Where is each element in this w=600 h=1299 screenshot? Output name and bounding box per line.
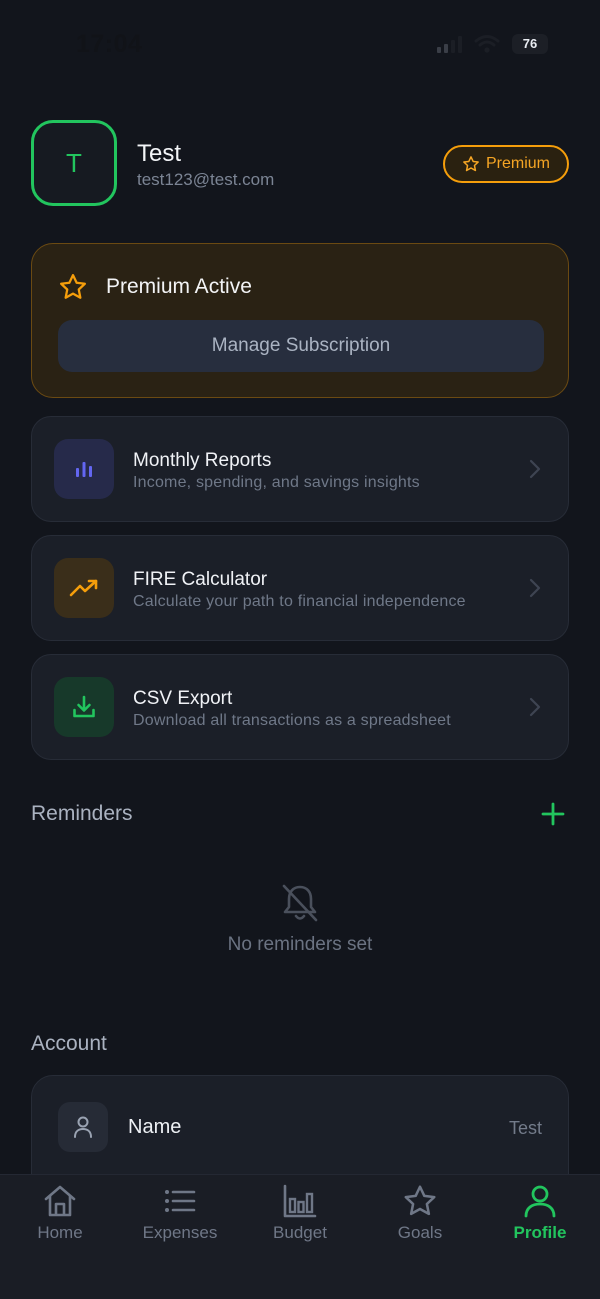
status-icons: 76 [437, 34, 548, 54]
wifi-icon [474, 35, 500, 53]
chevron-right-icon [529, 578, 541, 598]
feature-subtitle: Download all transactions as a spreadshe… [133, 712, 451, 729]
user-icon [74, 1116, 92, 1138]
battery-icon: 76 [512, 34, 548, 54]
premium-title-row: Premium Active [58, 272, 252, 302]
nav-item-home[interactable]: Home [0, 1183, 120, 1253]
account-icon-box [58, 1102, 108, 1152]
monthly-reports-card[interactable]: Monthly Reports Income, spending, and sa… [31, 416, 569, 522]
premium-badge[interactable]: Premium [443, 145, 569, 183]
star-icon [60, 274, 86, 299]
cellular-signal-icon [437, 35, 462, 53]
status-time: 17:04 [76, 30, 143, 58]
home-icon [44, 1185, 76, 1217]
user-icon [524, 1185, 556, 1218]
empty-reminders-text: No reminders set [227, 934, 373, 955]
avatar[interactable]: T [31, 120, 117, 206]
feature-subtitle: Calculate your path to financial indepen… [133, 593, 466, 610]
bar-chart-icon [76, 462, 92, 477]
feature-subtitle: Income, spending, and savings insights [133, 474, 420, 491]
chevron-right-icon [529, 459, 541, 479]
profile-screen: 17:04 76 T Test test123@test.com Premium… [0, 0, 600, 1299]
chevron-right-icon [529, 697, 541, 717]
empty-reminders-state: No reminders set [0, 882, 600, 955]
battery-level: 76 [522, 36, 538, 51]
monthly-reports-icon-box [54, 439, 114, 499]
star-icon [404, 1185, 436, 1216]
account-section-title: Account [31, 1032, 107, 1055]
nav-item-goals[interactable]: Goals [360, 1183, 480, 1253]
nav-label: Profile [513, 1223, 567, 1242]
user-name: Test [137, 140, 182, 167]
nav-label: Home [37, 1223, 83, 1242]
nav-item-profile[interactable]: Profile [480, 1183, 600, 1253]
status-bar: 17:04 76 [0, 0, 600, 90]
nav-label: Goals [397, 1223, 443, 1242]
fire-calculator-card[interactable]: FIRE Calculator Calculate your path to f… [31, 535, 569, 641]
nav-label: Budget [273, 1223, 327, 1242]
feature-title: Monthly Reports [133, 450, 272, 471]
premium-badge-label: Premium [485, 155, 550, 172]
csv-export-icon-box [54, 677, 114, 737]
nav-label: Expenses [142, 1223, 218, 1242]
profile-header: T Test test123@test.com Premium [31, 120, 569, 208]
trending-up-icon [69, 579, 98, 597]
fire-calculator-icon-box [54, 558, 114, 618]
star-icon [463, 156, 479, 172]
nav-item-expenses[interactable]: Expenses [120, 1183, 240, 1253]
add-reminder-icon[interactable] [541, 802, 565, 826]
bar-chart-icon [283, 1184, 317, 1218]
manage-subscription-button[interactable]: Manage Subscription [58, 320, 544, 372]
bell-off-icon [282, 884, 318, 922]
bottom-navigation: Home Expenses Budget Goals Profile [0, 1174, 600, 1299]
nav-item-budget[interactable]: Budget [240, 1183, 360, 1253]
premium-card-title: Premium Active [106, 275, 252, 298]
reminders-section-title: Reminders [31, 802, 133, 825]
account-name-label: Name [128, 1116, 182, 1138]
user-email: test123@test.com [137, 170, 275, 189]
premium-status-card: Premium Active Manage Subscription [31, 243, 569, 398]
list-icon [165, 1190, 196, 1212]
feature-title: CSV Export [133, 688, 233, 709]
account-name-value: Test [508, 1118, 542, 1138]
csv-export-card[interactable]: CSV Export Download all transactions as … [31, 654, 569, 760]
feature-title: FIRE Calculator [133, 569, 268, 590]
download-icon [73, 695, 95, 718]
